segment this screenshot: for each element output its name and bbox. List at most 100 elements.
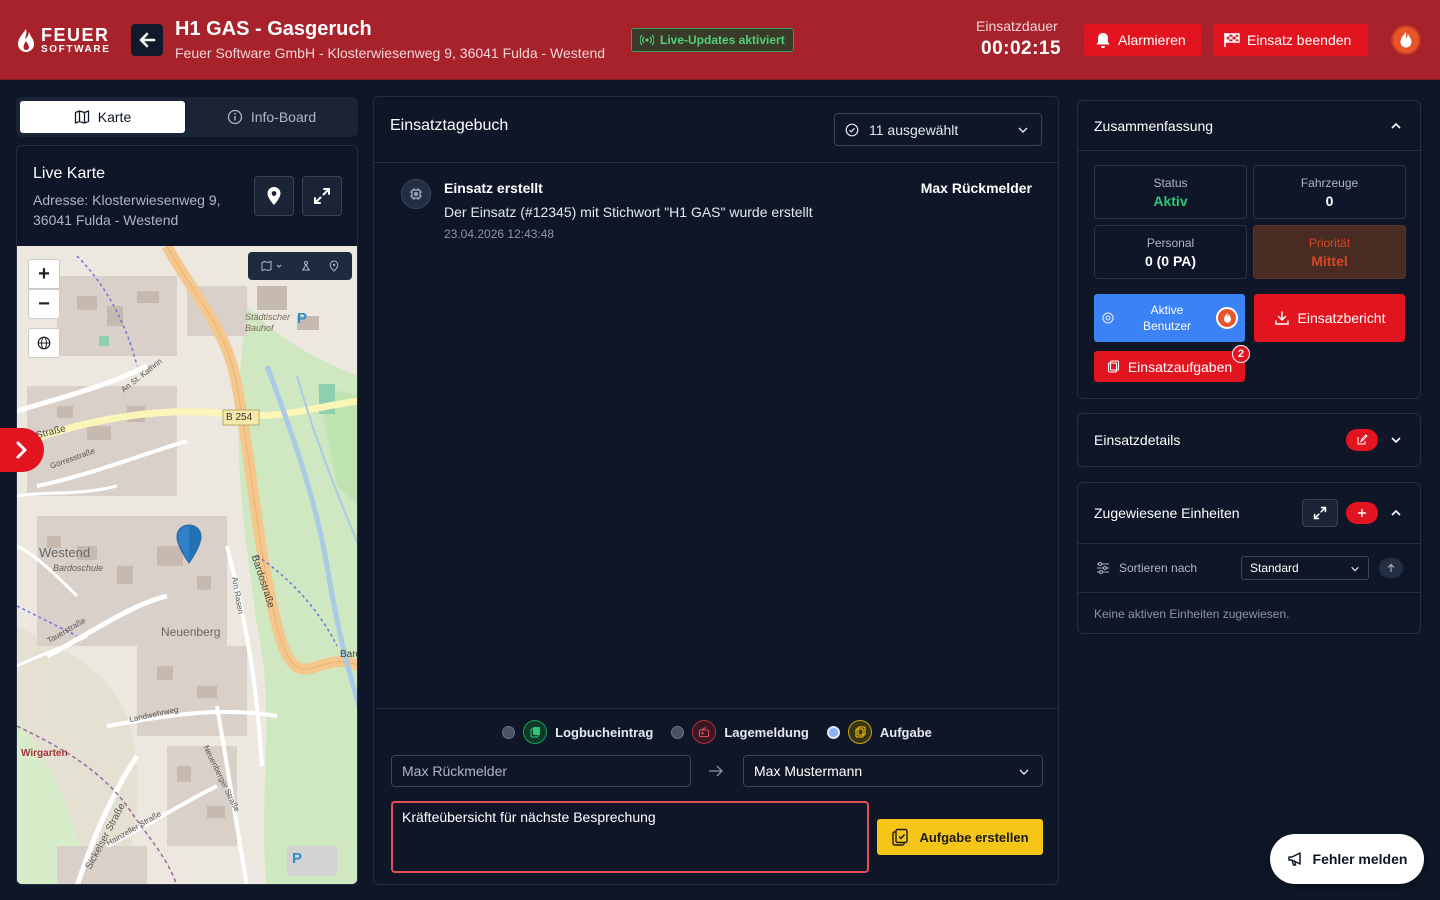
- user-avatar[interactable]: [1391, 25, 1421, 55]
- summary-header[interactable]: Zusammenfassung: [1078, 101, 1420, 151]
- map-label-b254: B 254: [226, 412, 253, 423]
- app-header: FEUER SOFTWARE H1 GAS - Gasgeruch Feuer …: [0, 0, 1440, 80]
- sidebar-toggle-button[interactable]: [0, 428, 44, 472]
- live-map[interactable]: B 254 Westend Bardoschule Neuenberg Wirg…: [17, 246, 357, 884]
- report-error-label: Fehler melden: [1312, 851, 1408, 867]
- details-header[interactable]: Einsatzdetails: [1078, 414, 1420, 466]
- arrow-up-icon: [1387, 563, 1395, 572]
- stat-status: Status Aktiv: [1094, 165, 1247, 219]
- incident-journal-panel: Einsatztagebuch 11 ausgewählt Einsatz er…: [373, 96, 1059, 885]
- map-style-icon[interactable]: [261, 260, 283, 272]
- from-field[interactable]: Max Rückmelder: [391, 755, 691, 787]
- check-circle-icon: [845, 123, 859, 136]
- info-icon: [227, 109, 242, 125]
- chevron-up-icon[interactable]: [1390, 507, 1402, 519]
- type-option-aufgabe[interactable]: Aufgabe: [826, 720, 932, 744]
- stat-status-label: Status: [1153, 175, 1188, 190]
- alarm-button[interactable]: Alarmieren: [1084, 24, 1201, 56]
- zoom-in-button[interactable]: +: [28, 259, 60, 289]
- arrow-right-icon: [709, 765, 723, 777]
- incident-location-marker-icon[interactable]: [176, 524, 202, 564]
- radio-logbucheintrag[interactable]: [502, 725, 516, 739]
- tasks-count-badge: 2: [1232, 345, 1250, 363]
- measure-icon[interactable]: [300, 260, 312, 272]
- locate-button[interactable]: [254, 176, 294, 216]
- clipboard-check-icon: [892, 828, 909, 846]
- stat-status-value: Aktiv: [1153, 192, 1188, 209]
- no-units-message: Keine aktiven Einheiten zugewiesen.: [1094, 607, 1290, 621]
- details-title: Einsatzdetails: [1094, 432, 1181, 448]
- journal-header: Einsatztagebuch 11 ausgewählt: [374, 97, 1058, 163]
- active-users-label-2: Benutzer: [1142, 319, 1192, 333]
- sort-direction-button[interactable]: [1379, 558, 1403, 578]
- incident-title: H1 GAS - Gasgeruch: [175, 18, 372, 40]
- details-card: Einsatzdetails: [1077, 413, 1421, 467]
- assignee-select[interactable]: Max Mustermann: [743, 755, 1043, 787]
- assigned-units-card: Zugewiesene Einheiten Sortieren nach Sta…: [1077, 482, 1421, 634]
- create-task-button[interactable]: Aufgabe erstellen: [877, 819, 1043, 855]
- zoom-out-button[interactable]: −: [28, 289, 60, 319]
- radio-lagemeldung[interactable]: [671, 725, 685, 739]
- end-incident-button[interactable]: Einsatz beenden: [1213, 24, 1368, 56]
- sort-label: Sortieren nach: [1119, 561, 1198, 575]
- back-button[interactable]: [131, 24, 163, 56]
- units-header[interactable]: Zugewiesene Einheiten: [1078, 483, 1420, 543]
- incident-report-label: Einsatzbericht: [1297, 310, 1386, 326]
- megaphone-icon: [1287, 852, 1301, 866]
- map-fullscreen-button[interactable]: [302, 176, 342, 216]
- active-user-avatar: [1216, 307, 1238, 329]
- map-pin-icon: [267, 187, 281, 205]
- add-unit-button[interactable]: [1346, 502, 1378, 524]
- live-map-card: Live Karte Adresse: Klosterwiesenweg 9, …: [16, 145, 358, 885]
- chevron-down-icon: [1018, 127, 1028, 133]
- map-label-bauhof: Städtischer Bauhof: [245, 312, 291, 333]
- journal-entry-text: Der Einsatz (#12345) mit Stichwort "H1 G…: [444, 204, 813, 220]
- active-users-button[interactable]: Aktive Benutzer: [1094, 294, 1245, 342]
- entry-type-selector: Logbucheintrag Lagemeldung Aufgabe: [376, 709, 1058, 755]
- edit-details-button[interactable]: [1346, 429, 1378, 451]
- incident-tasks-button[interactable]: Einsatzaufgaben: [1094, 351, 1245, 382]
- active-users-label-1: Aktive: [1150, 303, 1184, 317]
- assignee-value: Max Mustermann: [754, 763, 863, 779]
- sort-value: Standard: [1250, 561, 1299, 575]
- journal-filter-value: 11 ausgewählt: [869, 121, 959, 138]
- radio-aufgabe[interactable]: [826, 725, 840, 739]
- radio-report-icon: [692, 720, 717, 744]
- task-textarea[interactable]: Kräfteübersicht für nächste Besprechung: [391, 801, 869, 873]
- units-expand-button[interactable]: [1302, 499, 1338, 527]
- live-map-title: Live Karte: [33, 165, 106, 182]
- bell-icon: [1096, 33, 1110, 48]
- tab-karte[interactable]: Karte: [20, 101, 185, 133]
- chevron-right-icon: [16, 441, 27, 459]
- feuer-software-logo[interactable]: FEUER SOFTWARE: [16, 26, 110, 55]
- stat-priority-value: Mittel: [1311, 252, 1348, 269]
- chevron-up-icon[interactable]: [1390, 120, 1402, 132]
- pin-marker-icon[interactable]: [329, 260, 339, 272]
- map-label-westend: Westend: [39, 545, 91, 560]
- expand-icon: [1313, 506, 1327, 520]
- tab-info-board[interactable]: Info-Board: [189, 101, 354, 133]
- journal-entry-icon: [401, 179, 431, 209]
- sort-select[interactable]: Standard: [1241, 556, 1369, 580]
- chevron-down-icon[interactable]: [1390, 434, 1402, 446]
- tab-karte-label: Karte: [97, 109, 132, 125]
- type-option-lagemeldung[interactable]: Lagemeldung: [671, 720, 809, 744]
- flame-avatar-icon: [1400, 32, 1412, 48]
- globe-layer-button[interactable]: [28, 328, 60, 358]
- task-icon: [847, 720, 872, 744]
- map-label-bardoschule: Bardoschule: [53, 563, 104, 573]
- type-option-logbucheintrag[interactable]: Logbucheintrag: [502, 720, 653, 744]
- users-icon: [1102, 312, 1114, 324]
- units-title: Zugewiesene Einheiten: [1094, 505, 1240, 521]
- flame-logo-icon: [18, 28, 34, 52]
- report-error-button[interactable]: Fehler melden: [1270, 834, 1424, 884]
- incident-report-button[interactable]: Einsatzbericht: [1254, 294, 1405, 342]
- chevron-down-icon: [1019, 769, 1029, 775]
- stat-priority[interactable]: Priorität Mittel: [1253, 225, 1406, 279]
- live-updates-badge: Live-Updates aktiviert: [631, 28, 794, 52]
- incident-subtitle: Feuer Software GmbH - Klosterwiesenweg 9…: [175, 45, 606, 61]
- incident-tasks-label: Einsatzaufgaben: [1127, 358, 1233, 375]
- end-incident-label: Einsatz beenden: [1247, 32, 1352, 48]
- journal-filter-select[interactable]: 11 ausgewählt: [834, 113, 1042, 146]
- map-label-parking-top: P: [297, 310, 308, 327]
